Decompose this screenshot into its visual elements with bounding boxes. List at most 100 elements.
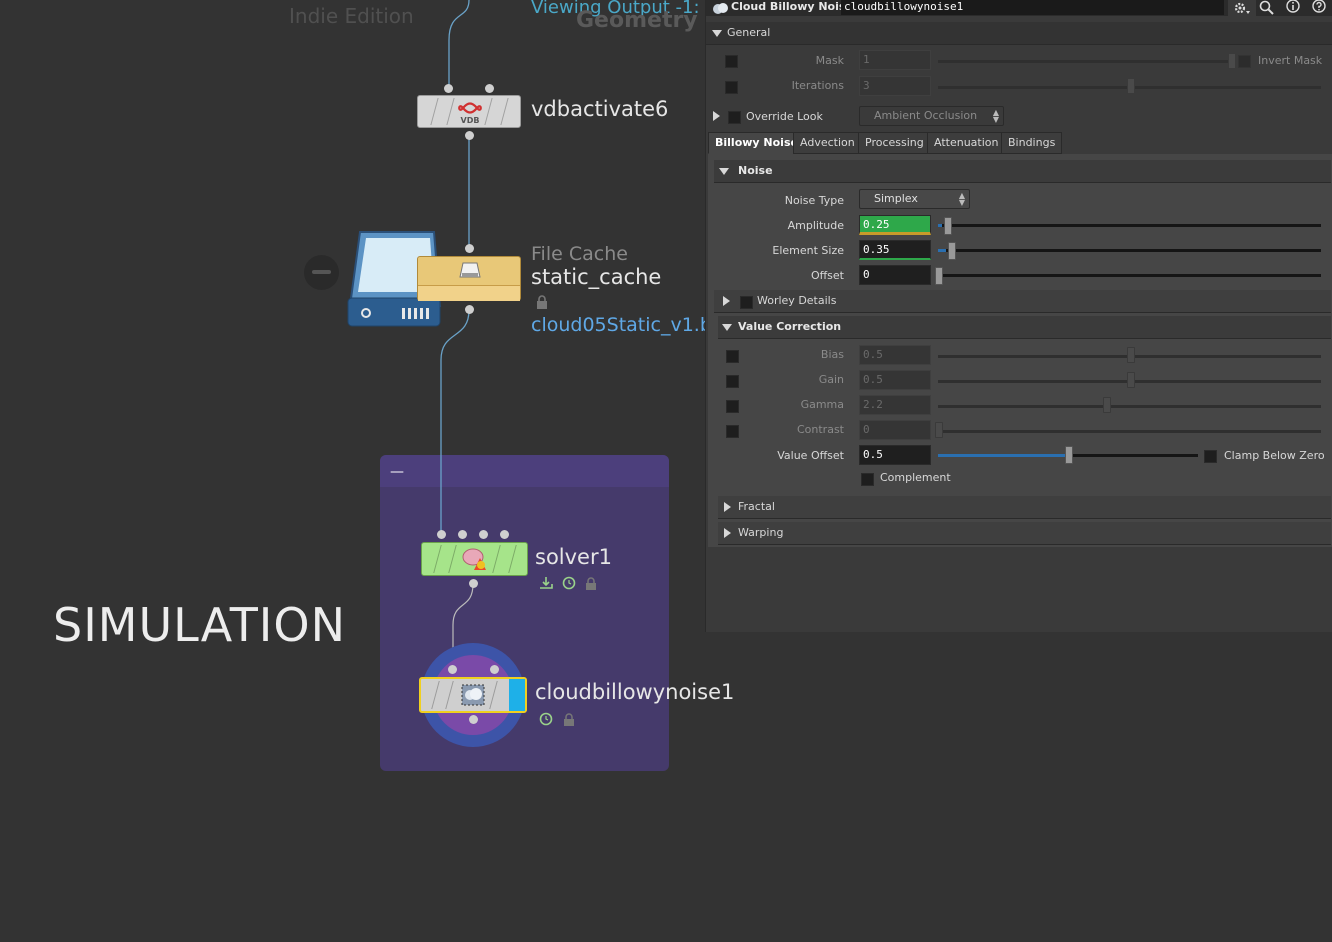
- billowy-input-port-2[interactable]: [490, 665, 499, 674]
- iterations-label: Iterations: [791, 79, 844, 92]
- gain-field[interactable]: 0.5: [859, 370, 931, 390]
- contrast-field[interactable]: 0: [859, 420, 931, 440]
- offset-slider[interactable]: [938, 274, 1321, 277]
- gamma-row: Gamma 2.2: [706, 393, 1332, 417]
- gamma-field[interactable]: 2.2: [859, 395, 931, 415]
- iterations-field[interactable]: 3: [859, 76, 931, 96]
- tab-bindings[interactable]: Bindings: [1001, 132, 1063, 154]
- iterations-slider-handle[interactable]: [1127, 78, 1135, 94]
- cloud-noise-node-icon: [713, 3, 728, 14]
- help-icon[interactable]: [1311, 0, 1327, 16]
- gain-slider-handle[interactable]: [1127, 372, 1135, 388]
- expand-right-icon: [724, 528, 731, 538]
- lock-icon: [586, 583, 596, 590]
- amplitude-slider-handle[interactable]: [944, 217, 952, 235]
- amplitude-row: Amplitude 0.25: [706, 213, 1332, 237]
- expand-down-icon: [719, 168, 729, 175]
- general-folder-label: General: [727, 26, 771, 39]
- tab-attenuation[interactable]: Attenuation: [927, 132, 1006, 154]
- value-correction-label: Value Correction: [738, 320, 842, 333]
- parameter-header: Cloud Billowy Noise cloudbillowynoise1: [706, 0, 1332, 16]
- noise-folder-label: Noise: [738, 164, 773, 177]
- noise-type-menu[interactable]: Simplex ▲ ▼: [859, 189, 970, 209]
- offset-slider-handle[interactable]: [935, 267, 943, 285]
- clamp-below-zero-checkbox[interactable]: [1204, 450, 1217, 463]
- display-flag[interactable]: [509, 679, 525, 711]
- amplitude-slider[interactable]: [938, 224, 1321, 227]
- info-icon[interactable]: [1285, 0, 1301, 16]
- override-look-menu[interactable]: Ambient Occlusion ▲ ▼: [859, 106, 1004, 126]
- menu-spinner-icon: ▲ ▼: [958, 191, 965, 207]
- noise-folder-header[interactable]: Noise: [714, 160, 1331, 183]
- search-icon[interactable]: [1259, 0, 1275, 16]
- bias-slider-handle[interactable]: [1127, 347, 1135, 363]
- fractal-folder[interactable]: Fractal: [718, 496, 1331, 519]
- clamp-below-zero-label: Clamp Below Zero: [1224, 449, 1325, 462]
- amplitude-label: Amplitude: [787, 219, 844, 232]
- gear-menu[interactable]: [1228, 0, 1256, 16]
- mask-field[interactable]: 1: [859, 50, 931, 70]
- warping-label: Warping: [738, 526, 784, 539]
- solver-input-port-4[interactable]: [500, 530, 509, 539]
- value-correction-folder-header[interactable]: Value Correction: [718, 316, 1331, 339]
- solver-output-port[interactable]: [469, 579, 478, 588]
- bias-label: Bias: [820, 348, 844, 361]
- node-type-label: Cloud Billowy Noise: [731, 0, 853, 13]
- amplitude-field[interactable]: 0.25: [859, 215, 931, 235]
- complement-label: Complement: [880, 471, 951, 484]
- offset-field[interactable]: 0: [859, 265, 931, 285]
- tab-billowy-noise[interactable]: Billowy Noise: [708, 132, 805, 154]
- complement-checkbox[interactable]: [861, 473, 874, 486]
- gamma-slider[interactable]: [938, 405, 1321, 408]
- element-size-label: Element Size: [772, 244, 844, 257]
- gain-label: Gain: [818, 373, 844, 386]
- cloud-noise-icon: [461, 684, 485, 706]
- contrast-slider-handle[interactable]: [935, 422, 943, 438]
- billowy-input-port-1[interactable]: [448, 665, 457, 674]
- box-wires: [440, 455, 474, 668]
- lock-icon: [564, 719, 574, 726]
- solver-node-name: solver1: [535, 545, 612, 569]
- iterations-row: Iterations 3: [706, 74, 1332, 98]
- expand-right-icon[interactable]: [713, 111, 720, 121]
- override-look-value: Ambient Occlusion: [874, 109, 978, 122]
- worley-details-checkbox[interactable]: [740, 296, 753, 309]
- worley-details-label: Worley Details: [757, 294, 837, 307]
- value-offset-label: Value Offset: [777, 449, 844, 462]
- solver-input-port-1[interactable]: [437, 530, 446, 539]
- solver-node[interactable]: [421, 542, 528, 576]
- contrast-slider[interactable]: [938, 430, 1321, 433]
- billowy-node[interactable]: [419, 677, 527, 713]
- general-folder-header[interactable]: General: [706, 22, 1332, 45]
- element-size-slider-handle[interactable]: [948, 242, 956, 260]
- brain-solver-icon: [462, 548, 486, 570]
- bias-field[interactable]: 0.5: [859, 345, 931, 365]
- mask-slider-handle[interactable]: [1228, 53, 1236, 69]
- node-name-field[interactable]: cloudbillowynoise1: [841, 0, 1224, 15]
- tab-processing[interactable]: Processing: [858, 132, 931, 154]
- worley-details-folder[interactable]: Worley Details: [714, 290, 1331, 313]
- value-offset-field[interactable]: 0.5: [859, 445, 931, 465]
- invert-mask-checkbox[interactable]: [1238, 55, 1251, 68]
- expand-right-icon: [724, 502, 731, 512]
- solver-input-port-3[interactable]: [479, 530, 488, 539]
- tab-advection[interactable]: Advection: [793, 132, 862, 154]
- solver-input-port-2[interactable]: [458, 530, 467, 539]
- invert-mask-label: Invert Mask: [1258, 54, 1323, 67]
- billowy-output-port[interactable]: [469, 715, 478, 724]
- gamma-slider-handle[interactable]: [1103, 397, 1111, 413]
- offset-row: Offset 0: [706, 263, 1332, 287]
- override-look-checkbox[interactable]: [728, 111, 741, 124]
- value-offset-row: Value Offset 0.5 Clamp Below Zero: [706, 443, 1332, 467]
- element-size-slider[interactable]: [938, 249, 1321, 252]
- render-flag-icon: [540, 577, 553, 589]
- value-offset-slider-handle[interactable]: [1065, 446, 1073, 464]
- billowy-node-name: cloudbillowynoise1: [535, 680, 735, 704]
- expand-down-icon: [712, 30, 722, 37]
- warping-folder[interactable]: Warping: [718, 522, 1331, 545]
- expand-right-icon: [723, 296, 730, 306]
- mask-slider[interactable]: [938, 60, 1232, 63]
- solver-flags: [540, 576, 596, 590]
- noise-type-row: Noise Type Simplex ▲ ▼: [706, 188, 1332, 212]
- element-size-field[interactable]: 0.35: [859, 240, 931, 260]
